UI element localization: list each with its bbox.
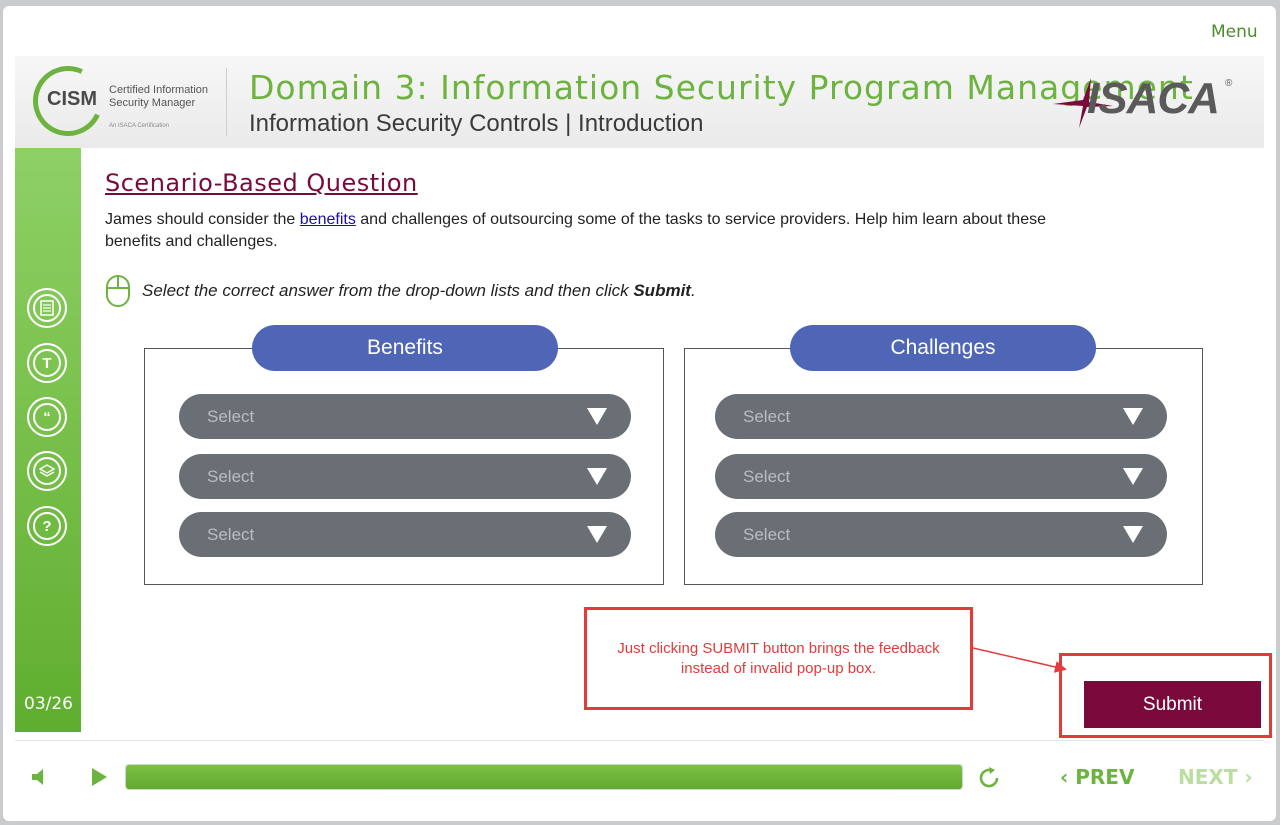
dropdown-arrow-icon — [1123, 526, 1143, 543]
dropdown-arrow-icon — [1123, 468, 1143, 485]
benefits-link[interactable]: benefits — [300, 211, 356, 228]
play-icon[interactable] — [92, 768, 107, 786]
dropdown-arrow-icon — [587, 526, 607, 543]
prev-button[interactable]: ‹ PREV — [1060, 765, 1134, 789]
challenges-select-3-value: Select — [743, 524, 791, 544]
layers-glyph-icon — [39, 464, 55, 477]
challenges-select-3[interactable]: Select — [715, 512, 1167, 557]
lesson-subtitle: Information Security Controls | Introduc… — [249, 110, 704, 137]
question-title: Scenario-Based Question — [105, 169, 418, 197]
annotation-note: Just clicking SUBMIT button brings the f… — [584, 607, 973, 710]
layers-icon — [33, 457, 61, 485]
next-button[interactable]: NEXT › — [1178, 765, 1253, 789]
dropdown-arrow-icon — [1123, 408, 1143, 425]
cism-logo-line2: Security Manager — [109, 97, 196, 109]
footer-divider — [15, 740, 1264, 741]
replay-icon[interactable] — [976, 765, 1002, 791]
challenges-header: Challenges — [790, 325, 1096, 371]
glossary-icon[interactable] — [27, 288, 67, 328]
dropdown-arrow-icon — [587, 408, 607, 425]
cism-logo-line3: An ISACA Certification — [109, 123, 170, 129]
next-label: NEXT — [1178, 765, 1238, 789]
cism-logo-abbr: CISM — [47, 88, 97, 110]
resources-icon[interactable] — [27, 451, 67, 491]
submit-button[interactable]: Submit — [1084, 681, 1261, 728]
instruction-main: Select the correct answer from the drop-… — [142, 281, 634, 300]
dropdown-arrow-icon — [587, 468, 607, 485]
header-divider — [226, 68, 227, 136]
challenges-select-2[interactable]: Select — [715, 454, 1167, 499]
isaca-wordmark: ISACA — [1087, 74, 1220, 123]
course-header: CISM Certified Information Security Mana… — [15, 56, 1264, 148]
prev-label: PREV — [1075, 765, 1135, 789]
benefits-header: Benefits — [252, 325, 558, 371]
mouse-icon — [106, 275, 130, 307]
quote-icon-inner: “ — [33, 403, 61, 431]
cism-logo: CISM Certified Information Security Mana… — [23, 56, 213, 146]
help-icon-inner: ? — [33, 512, 61, 540]
benefits-select-3-value: Select — [207, 524, 255, 544]
benefits-select-2[interactable]: Select — [179, 454, 631, 499]
benefits-select-3[interactable]: Select — [179, 512, 631, 557]
help-icon[interactable]: ? — [27, 506, 67, 546]
transcript-icon-inner: T — [33, 349, 61, 377]
left-sidebar: T “ ? 03/26 — [15, 148, 81, 732]
challenges-select-1-value: Select — [743, 406, 791, 426]
progress-fill — [126, 765, 962, 789]
glossary-icon-inner — [33, 294, 61, 322]
menu-link[interactable]: Menu — [1211, 22, 1258, 42]
quote-icon[interactable]: “ — [27, 397, 67, 437]
benefits-select-1[interactable]: Select — [179, 394, 631, 439]
benefits-select-1-value: Select — [207, 406, 255, 426]
page-indicator: 03/26 — [24, 694, 73, 714]
document-icon — [40, 300, 54, 316]
instruction-text: Select the correct answer from the drop-… — [142, 281, 696, 301]
volume-icon[interactable] — [30, 766, 50, 788]
cism-logo-tagline: Certified Information Security Manager — [109, 84, 208, 110]
isaca-logo: ISACA ® — [1053, 74, 1238, 132]
challenges-select-2-value: Select — [743, 466, 791, 486]
instruction-end: . — [690, 281, 696, 300]
cism-logo-line1: Certified Information — [109, 84, 209, 96]
instruction-submit-word: Submit — [633, 281, 691, 300]
transcript-icon[interactable]: T — [27, 343, 67, 383]
intro-paragraph: James should consider the benefits and c… — [105, 209, 1085, 253]
annotation-note-text: Just clicking SUBMIT button brings the f… — [617, 639, 940, 677]
progress-bar[interactable] — [125, 764, 963, 790]
challenges-select-1[interactable]: Select — [715, 394, 1167, 439]
chevron-left-icon: ‹ — [1060, 765, 1076, 789]
chevron-right-icon: › — [1237, 765, 1253, 789]
benefits-select-2-value: Select — [207, 466, 255, 486]
intro-text-before: James should consider the — [105, 211, 300, 228]
isaca-registered-mark: ® — [1225, 78, 1233, 89]
